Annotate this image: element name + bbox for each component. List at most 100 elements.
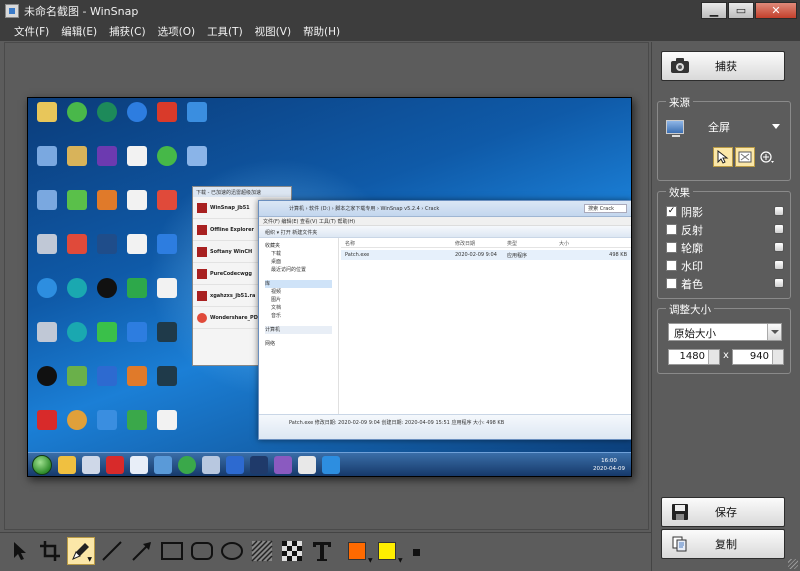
save-button[interactable]: 保存 — [661, 497, 785, 527]
resize-mode-select[interactable]: 原始大小 — [668, 323, 782, 341]
resize-title: 调整大小 — [666, 302, 714, 317]
desktop-icon — [62, 322, 92, 362]
arrow-icon — [132, 542, 151, 561]
desktop-icon — [92, 146, 122, 186]
capture-label: 捕获 — [715, 60, 737, 73]
primary-color-swatch[interactable] — [348, 542, 366, 560]
save-label: 保存 — [715, 506, 737, 519]
effect-shadow-settings-button[interactable] — [774, 206, 784, 216]
effects-title: 效果 — [666, 185, 693, 200]
secondary-color-swatch[interactable] — [378, 542, 396, 560]
desktop-icon — [122, 190, 152, 230]
arrow-tool[interactable] — [128, 537, 156, 565]
captured-screenshot[interactable]: 下载 - 已加速的迅雷超级加速 WinSnap_jb51 Offline Exp… — [27, 97, 632, 477]
select-tool[interactable] — [6, 537, 34, 565]
menu-edit[interactable]: 编辑(E) — [55, 24, 103, 39]
desktop-icon — [152, 190, 182, 230]
effect-reflection-option[interactable]: 反射 — [666, 222, 784, 237]
resize-grip[interactable] — [788, 559, 798, 569]
effect-shadow-option[interactable]: ✓ 阴影 — [666, 204, 784, 219]
options-mode-button[interactable] — [757, 147, 777, 167]
explorer-toolbar: 组织 ▾ 打开 新建文件夹 — [259, 226, 631, 238]
effect-shadow-checkbox[interactable]: ✓ — [666, 206, 677, 217]
pixelate-tool[interactable] — [278, 537, 306, 565]
rectangle-tool[interactable] — [158, 537, 186, 565]
desktop-icon — [152, 146, 182, 186]
copy-button[interactable]: 复制 — [661, 529, 785, 559]
explorer-menu: 文件(F) 编辑(E) 查看(V) 工具(T) 帮助(H) — [259, 217, 631, 226]
effect-outline-settings-button[interactable] — [774, 242, 784, 252]
menu-options[interactable]: 选项(O) — [152, 24, 201, 39]
desktop-icon — [92, 278, 122, 318]
explorer-file-list: 名称 修改日期 类型 大小 Patch.exe 2020-02-09 9:04 … — [341, 238, 631, 416]
crop-tool[interactable] — [36, 537, 64, 565]
rounded-rectangle-tool[interactable] — [188, 537, 216, 565]
source-select[interactable]: 全屏 — [666, 116, 784, 138]
chevron-down-icon[interactable]: ▼ — [368, 557, 373, 564]
desktop-icon — [152, 102, 182, 142]
rounded-rectangle-icon — [191, 542, 213, 560]
menu-help[interactable]: 帮助(H) — [297, 24, 346, 39]
height-spinner[interactable] — [772, 350, 783, 364]
line-tool[interactable] — [98, 537, 126, 565]
width-input[interactable]: 1480 — [668, 349, 720, 365]
effects-group: 效果 ✓ 阴影 反射 轮廓 水印 着色 — [657, 185, 791, 299]
window-controls: ▁ ▭ ✕ — [701, 2, 797, 19]
start-orb-icon — [32, 455, 52, 475]
capture-button[interactable]: 捕获 — [661, 51, 785, 81]
pen-tool[interactable]: ▼ — [67, 537, 95, 565]
text-icon — [313, 542, 331, 561]
chevron-down-icon[interactable]: ▼ — [398, 557, 403, 564]
taskbar-icon — [322, 456, 340, 474]
ellipse-tool[interactable] — [218, 537, 246, 565]
pixelate-icon — [282, 541, 302, 561]
desktop-icon — [32, 234, 62, 274]
menu-file[interactable]: 文件(F) — [8, 24, 55, 39]
highlight-tool[interactable] — [248, 537, 276, 565]
taskbar-icon — [58, 456, 76, 474]
copy-label: 复制 — [715, 538, 737, 551]
desktop-icon — [152, 278, 182, 318]
effect-colorize-option[interactable]: 着色 — [666, 276, 784, 291]
width-spinner[interactable] — [708, 350, 719, 364]
chevron-down-icon — [767, 324, 781, 340]
close-button[interactable]: ✕ — [755, 2, 797, 19]
effect-colorize-settings-button[interactable] — [774, 278, 784, 288]
minimize-button[interactable]: ▁ — [701, 2, 727, 19]
pointer-mode-button[interactable] — [713, 147, 733, 167]
table-row: Patch.exe 2020-02-09 9:04 应用程序 498 KB — [341, 250, 631, 260]
text-tool[interactable] — [308, 537, 336, 565]
effect-reflection-label: 反射 — [681, 223, 703, 237]
title-bar: 未命名截图 - WinSnap ▁ ▭ ✕ — [0, 0, 800, 22]
height-input[interactable]: 940 — [732, 349, 784, 365]
effect-watermark-option[interactable]: 水印 — [666, 258, 784, 273]
effect-outline-option[interactable]: 轮廓 — [666, 240, 784, 255]
maximize-button[interactable]: ▭ — [728, 2, 754, 19]
desktop-icon — [92, 366, 122, 406]
effect-watermark-checkbox[interactable] — [666, 260, 677, 271]
capture-canvas[interactable]: 下载 - 已加速的迅雷超级加速 WinSnap_jb51 Offline Exp… — [4, 42, 649, 530]
desktop-icon — [182, 146, 212, 186]
effect-watermark-settings-button[interactable] — [774, 260, 784, 270]
file-list-header: 名称 修改日期 类型 大小 — [341, 238, 631, 248]
nav-item: 文档 — [271, 305, 282, 311]
winsnap-app-icon[interactable] — [5, 4, 19, 18]
taskbar-icon — [298, 456, 316, 474]
taskbar-clock: 16:00 2020-04-09 — [593, 458, 625, 472]
menu-capture[interactable]: 捕获(C) — [103, 24, 152, 39]
line-width-selector[interactable] — [413, 549, 420, 556]
region-icon — [738, 151, 752, 163]
window-mode-button[interactable] — [735, 147, 755, 167]
chevron-down-icon — [772, 124, 780, 129]
nav-item: 库 — [265, 280, 332, 288]
effect-outline-checkbox[interactable] — [666, 242, 677, 253]
desktop-icon — [122, 410, 152, 450]
desktop-icon — [62, 234, 92, 274]
effect-colorize-label: 着色 — [681, 277, 703, 291]
menu-view[interactable]: 视图(V) — [249, 24, 297, 39]
size-separator: x — [723, 350, 729, 361]
menu-tools[interactable]: 工具(T) — [201, 24, 249, 39]
effect-reflection-settings-button[interactable] — [774, 224, 784, 234]
effect-reflection-checkbox[interactable] — [666, 224, 677, 235]
effect-colorize-checkbox[interactable] — [666, 278, 677, 289]
